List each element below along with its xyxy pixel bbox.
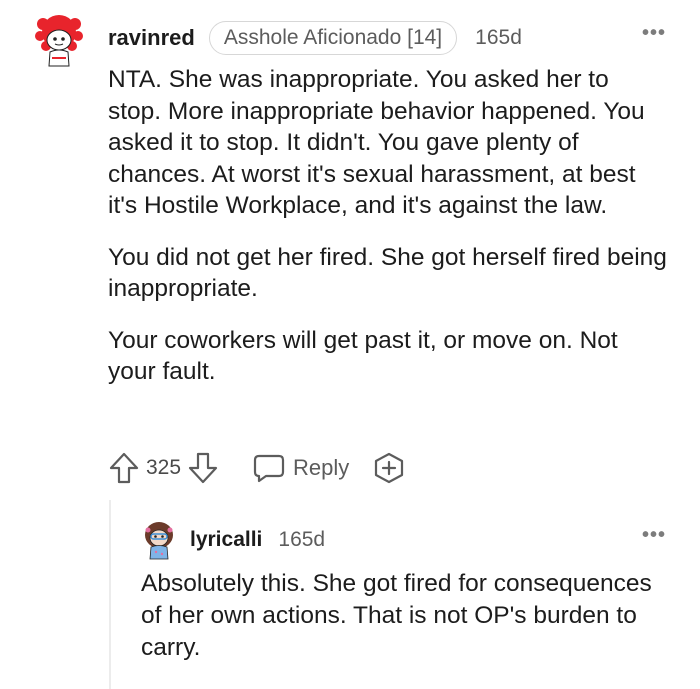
- reply-username[interactable]: lyricalli: [190, 528, 262, 552]
- reply-button[interactable]: Reply: [253, 453, 349, 483]
- reply-more-options-icon[interactable]: •••: [642, 524, 666, 547]
- user-avatar[interactable]: [34, 12, 84, 68]
- comment-header: ravinred Asshole Aficionado [14] 165d: [108, 20, 522, 56]
- reply-paragraph: Absolutely this. She got fired for conse…: [141, 570, 652, 661]
- downvote-arrow-icon[interactable]: [187, 451, 219, 485]
- snoo-avatar-icon: [145, 522, 173, 560]
- reply-body: Absolutely this. She got fired for conse…: [141, 568, 671, 664]
- upvote-arrow-icon[interactable]: [108, 451, 140, 485]
- reply-user-avatar[interactable]: [142, 520, 176, 560]
- snoo-avatar-icon: [35, 15, 83, 67]
- username[interactable]: ravinred: [108, 25, 195, 51]
- award-plus-icon[interactable]: [373, 452, 405, 484]
- reply-header: lyricalli 165d: [190, 524, 325, 556]
- comment-paragraph: You did not get her fired. She got herse…: [108, 243, 667, 303]
- vote-count: 325: [146, 456, 182, 479]
- user-flair: Asshole Aficionado [14]: [208, 21, 458, 55]
- timestamp: 165d: [475, 26, 522, 49]
- reply-timestamp: 165d: [278, 528, 326, 551]
- comment-body: NTA. She was inappropriate. You asked he…: [108, 64, 668, 408]
- more-options-icon[interactable]: •••: [642, 22, 666, 45]
- speech-bubble-icon: [253, 454, 285, 483]
- thread-line[interactable]: [109, 500, 111, 689]
- comment-actions: 325 Reply: [108, 448, 405, 488]
- reply-label: Reply: [293, 455, 350, 480]
- comment-paragraph: Your coworkers will get past it, or move…: [108, 326, 618, 386]
- comment-paragraph: NTA. She was inappropriate. You asked he…: [108, 66, 645, 219]
